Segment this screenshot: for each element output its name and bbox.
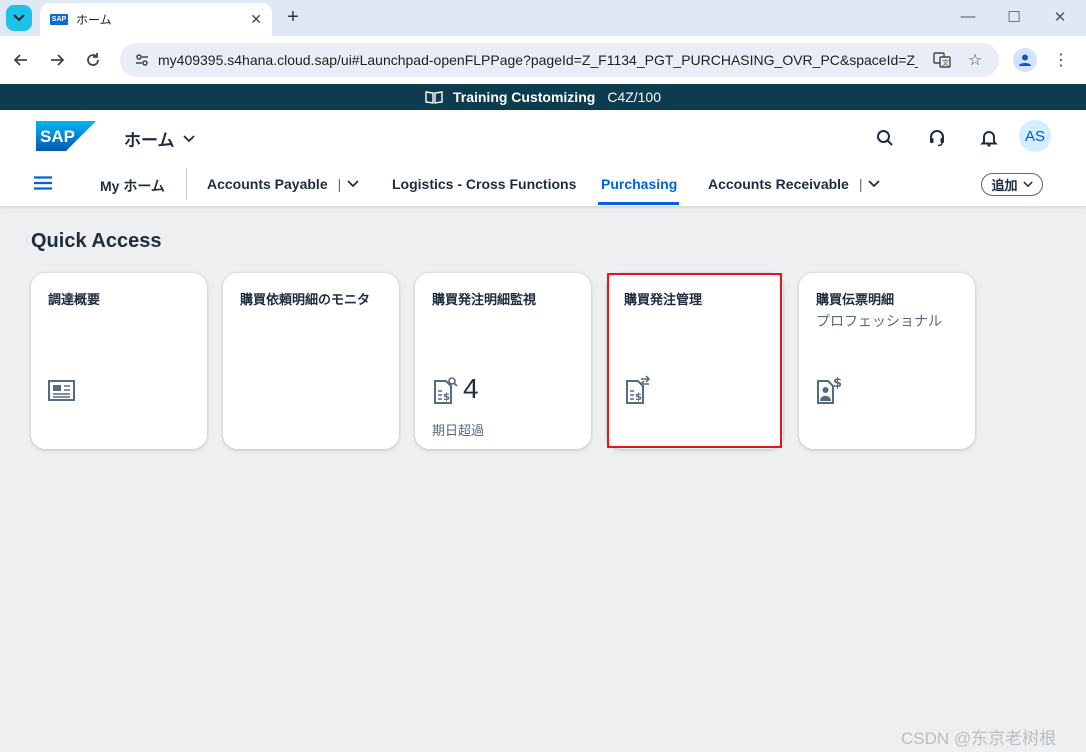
address-bar: my409395.s4hana.cloud.sap/ui#Launchpad-o…	[0, 36, 1086, 84]
chevron-down-icon	[182, 134, 195, 142]
tab-search-button[interactable]	[6, 5, 32, 31]
avatar[interactable]: AS	[1019, 120, 1051, 152]
chevron-down-icon	[1022, 181, 1033, 188]
hamburger-menu-icon[interactable]	[34, 176, 52, 190]
svg-text:文: 文	[942, 58, 949, 67]
back-button[interactable]	[9, 48, 33, 72]
tile-purchase-requisition-monitor[interactable]: 購買依頼明細のモニタ	[223, 273, 399, 449]
section-title: Quick Access	[31, 230, 162, 252]
svg-text:$: $	[833, 376, 842, 391]
tab-label: Accounts Receivable	[708, 176, 849, 192]
tab-my-home-label: My ホーム	[100, 178, 165, 194]
tile-po-item-monitor[interactable]: 購買発注明細監視 $ 4 期日超過	[415, 273, 591, 449]
maximize-icon[interactable]: ☐	[1003, 8, 1025, 26]
tab-separator: |	[858, 176, 863, 192]
tab-my-home[interactable]: My ホーム	[100, 176, 165, 196]
tile-purchasing-document-items[interactable]: 購買伝票明細 プロフェッショナル $	[799, 273, 975, 449]
overview-report-icon	[48, 380, 75, 401]
monitor-document-icon: $	[434, 377, 458, 404]
chevron-down-icon	[13, 14, 25, 22]
tab-accounts-payable[interactable]: Accounts Payable |	[207, 176, 359, 192]
tab-label: Purchasing	[601, 176, 678, 192]
reload-icon	[87, 53, 99, 66]
svg-text:$: $	[443, 392, 450, 403]
tab-accounts-receivable[interactable]: Accounts Receivable |	[708, 176, 881, 192]
add-button[interactable]: 追加	[981, 173, 1043, 196]
browser-tab[interactable]: SAP ホーム ✕	[40, 3, 272, 36]
home-title: ホーム	[124, 131, 175, 150]
system-banner-title: Training Customizing	[452, 89, 596, 105]
tile-title: 購買依頼明細のモニタ	[240, 292, 371, 307]
shell-header: SAP ホーム AS My ホーム Accounts Payable | Log…	[0, 110, 1086, 206]
svg-text:$: $	[635, 392, 642, 403]
headset-icon[interactable]	[925, 126, 949, 150]
tab-separator: |	[337, 176, 342, 192]
sap-logo[interactable]: SAP	[36, 121, 96, 151]
bell-icon[interactable]	[977, 126, 1001, 150]
sap-favicon-icon: SAP	[50, 14, 68, 25]
active-tab-indicator	[598, 202, 679, 205]
home-menu-button[interactable]: ホーム	[124, 126, 195, 151]
tile-title: 購買発注管理	[624, 292, 703, 307]
add-button-label: 追加	[991, 178, 1018, 193]
system-banner: Training Customizing C4Z/100	[0, 84, 1086, 110]
profile-icon[interactable]	[1013, 48, 1037, 72]
chevron-down-icon[interactable]	[347, 180, 359, 188]
tile-title: 調達概要	[48, 292, 101, 307]
arrow-left-icon	[13, 54, 27, 66]
tab-label: Logistics - Cross Functions	[392, 176, 577, 192]
close-icon[interactable]: ✕	[250, 11, 262, 28]
tile-subtitle: プロフェッショナル	[816, 313, 942, 329]
bookmark-star-icon[interactable]: ☆	[963, 48, 987, 72]
book-icon	[425, 91, 443, 104]
tab-label: Accounts Payable	[207, 176, 328, 192]
tile-kpi-value: 4	[463, 373, 479, 404]
site-settings-icon[interactable]	[134, 52, 150, 68]
tab-purchasing[interactable]: Purchasing	[601, 176, 677, 192]
chevron-down-icon[interactable]	[868, 180, 881, 188]
sap-logo-text: SAP	[40, 127, 75, 146]
tile-manage-purchase-orders[interactable]: 購買発注管理 $	[607, 273, 783, 449]
system-id: C4Z/100	[607, 89, 662, 105]
arrow-right-icon	[51, 54, 65, 66]
url-field[interactable]: my409395.s4hana.cloud.sap/ui#Launchpad-o…	[120, 43, 999, 77]
translate-icon[interactable]: 文	[930, 48, 954, 72]
tile-footer: 期日超過	[432, 423, 485, 438]
manage-document-icon: $	[626, 375, 651, 404]
search-icon[interactable]	[873, 126, 897, 150]
tile-title: 購買伝票明細	[816, 292, 895, 307]
tab-title: ホーム	[76, 13, 112, 27]
tab-logistics-cross-functions[interactable]: Logistics - Cross Functions	[392, 176, 576, 192]
nav-divider	[186, 168, 187, 200]
new-tab-button[interactable]: +	[282, 6, 304, 28]
browser-menu-icon[interactable]: ⋮	[1049, 48, 1073, 72]
watermark: CSDN @东京老树根	[901, 729, 1057, 748]
reload-button[interactable]	[81, 48, 105, 72]
window-close-icon[interactable]: ✕	[1049, 8, 1071, 26]
tile-procurement-overview[interactable]: 調達概要	[31, 273, 207, 449]
forward-button[interactable]	[45, 48, 69, 72]
browser-tab-bar: SAP ホーム ✕ + — ☐ ✕	[0, 0, 1086, 36]
minimize-icon[interactable]: —	[957, 8, 979, 25]
url-text: my409395.s4hana.cloud.sap/ui#Launchpad-o…	[158, 52, 918, 68]
tile-title: 購買発注明細監視	[432, 292, 537, 307]
user-dollar-icon: $	[817, 376, 842, 404]
